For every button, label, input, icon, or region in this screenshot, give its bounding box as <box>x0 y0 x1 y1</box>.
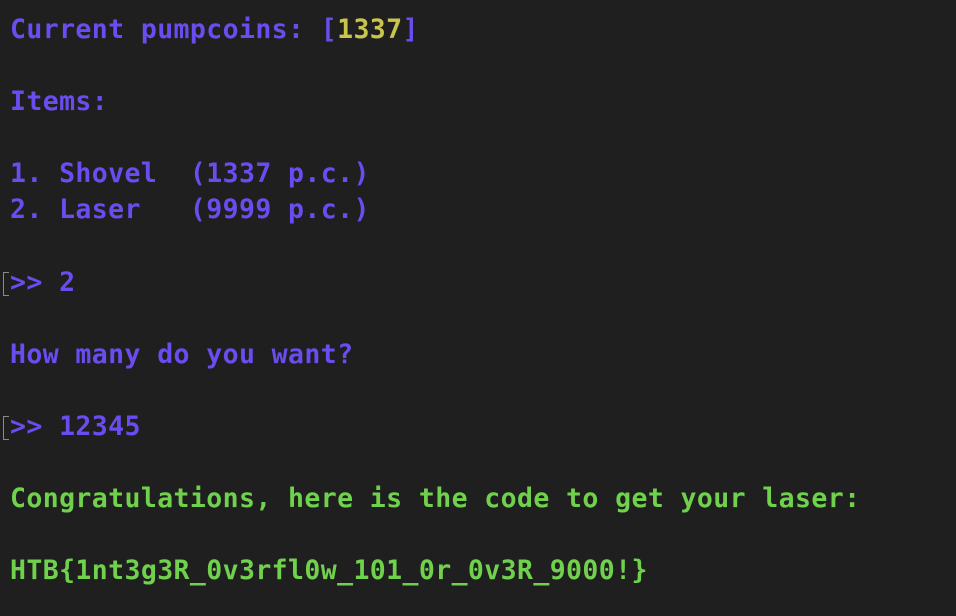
pumpcoins-label: Current pumpcoins: [ <box>10 14 338 45</box>
pumpcoins-line: Current pumpcoins: [1337] <box>10 12 419 48</box>
item-shovel: 1. Shovel (1337 p.c.) <box>10 158 370 189</box>
pumpcoins-value: 1337 <box>337 14 403 45</box>
prompt-symbol: >> <box>10 267 43 298</box>
prompt-line-2: >> 12345 <box>10 409 141 445</box>
prompt-line-1: >> 2 <box>10 265 75 301</box>
terminal-window: Current pumpcoins: [1337] Items: 1. Shov… <box>0 0 956 616</box>
pumpcoins-suffix: ] <box>402 14 419 45</box>
prompt-marker-icon <box>3 416 9 440</box>
prompt-symbol: >> <box>10 411 43 442</box>
flag-code: HTB{1nt3g3R_0v3rfl0w_101_0r_0v3R_9000!} <box>10 555 648 586</box>
item-laser: 2. Laser (9999 p.c.) <box>10 194 370 225</box>
items-title: Items: <box>10 86 109 117</box>
quantity-question: How many do you want? <box>10 339 354 370</box>
congrats-message: Congratulations, here is the code to get… <box>10 483 861 514</box>
prompt-input-value: 12345 <box>59 411 141 442</box>
prompt-input-value: 2 <box>59 267 76 298</box>
prompt-marker-icon <box>3 272 9 296</box>
